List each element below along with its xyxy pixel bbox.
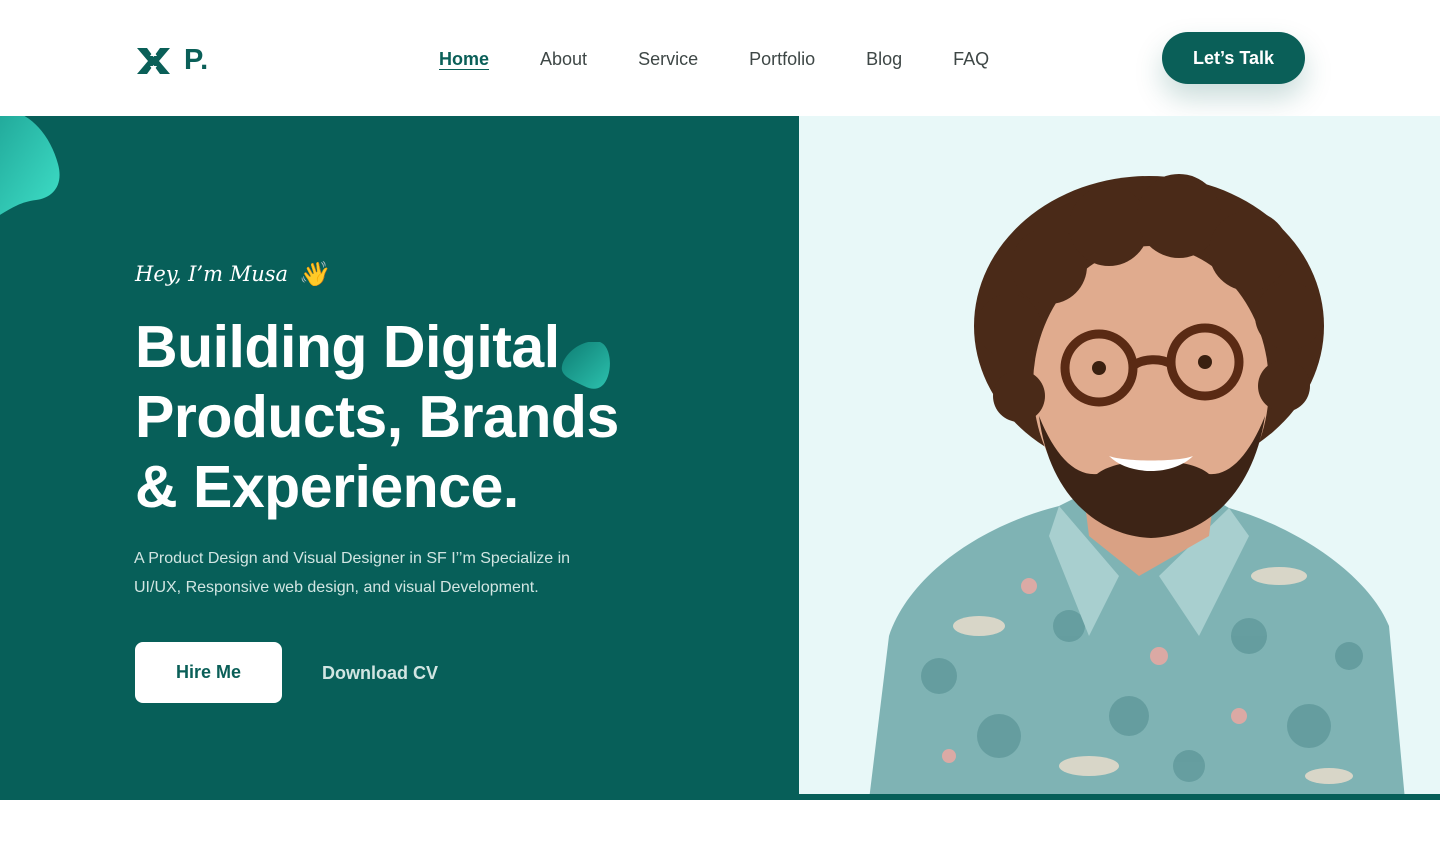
download-cv-link[interactable]: Download CV [322,661,438,685]
nav-blog[interactable]: Blog [866,47,902,71]
hero-headline: Building Digital Products, Brands & Expe… [135,312,635,522]
site-header: P. Home About Service Portfolio Blog FAQ… [0,0,1440,116]
hire-me-button[interactable]: Hire Me [135,642,282,703]
panel-bottom-bar [799,794,1440,800]
headline-line-3: & Experience. [135,454,519,520]
nav-portfolio[interactable]: Portfolio [749,47,815,71]
nav-about[interactable]: About [540,47,587,71]
logo-mark-icon [137,47,170,74]
hero-description: A Product Design and Visual Designer in … [134,550,571,596]
hero-portrait-panel [799,116,1440,800]
nav-service[interactable]: Service [638,47,698,71]
headline-line-1: Building Digital [135,314,560,380]
headline-line-2: Products, Brands [135,384,619,450]
decorative-blob-icon [0,116,60,215]
hero-intro: Hey, I’m Musa 👋 Building Digital Product… [0,116,799,800]
lets-talk-button[interactable]: Let’s Talk [1162,32,1305,84]
logo[interactable]: P. [137,44,209,77]
waving-hand-icon: 👋 [298,260,328,288]
nav-home[interactable]: Home [439,47,489,71]
main-nav: Home About Service Portfolio Blog FAQ [439,47,1040,71]
portrait-photo [869,174,1405,800]
greeting-text: Hey, I’m Musa [135,262,289,286]
nav-faq[interactable]: FAQ [953,47,989,71]
logo-text: P. [184,44,209,76]
greeting: Hey, I’m Musa 👋 [135,262,328,286]
